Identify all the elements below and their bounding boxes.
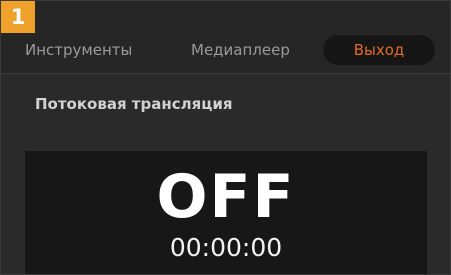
stream-timecode: 00:00:00 [169, 233, 283, 262]
stream-status-value: OFF [156, 162, 296, 232]
step-number-badge: 1 [1, 1, 35, 33]
output-window: Инструменты Медиаплеер Выход 1 Потоковая… [0, 0, 451, 275]
tab-tools[interactable]: Инструменты [25, 35, 165, 65]
tab-bar: Инструменты Медиаплеер Выход [1, 1, 450, 74]
section-title: Потоковая трансляция [35, 95, 233, 113]
stream-status-panel: OFF 00:00:00 [25, 151, 427, 274]
tab-media-player[interactable]: Медиаплеер [191, 35, 311, 65]
tab-output[interactable]: Выход [323, 35, 435, 65]
